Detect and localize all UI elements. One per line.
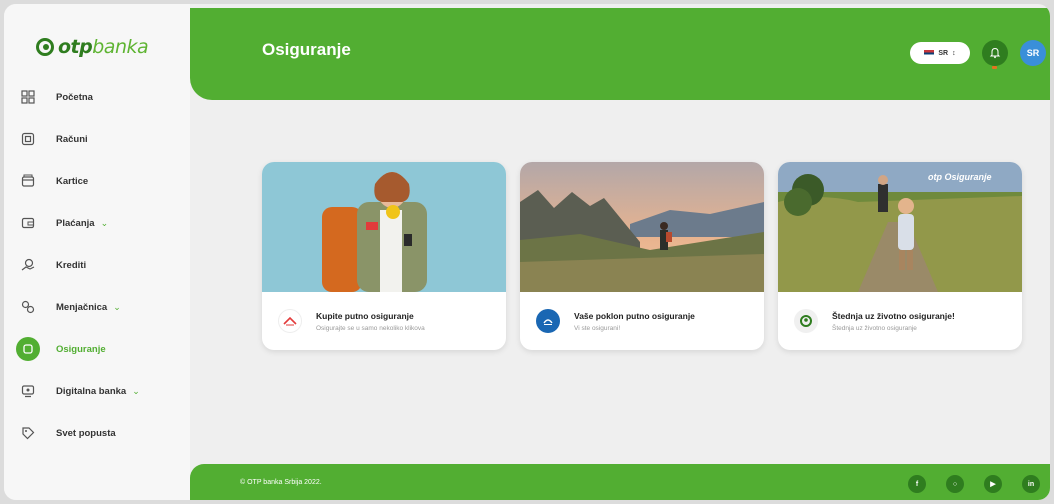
sidebar-item-label: Digitalna banka [56, 385, 127, 397]
facebook-icon[interactable]: f [908, 475, 926, 493]
instagram-icon[interactable]: ○ [946, 475, 964, 493]
sidebar-item-svet-popusta[interactable]: Svet popusta [4, 412, 190, 454]
chevron-down-icon[interactable]: ⌄ [132, 386, 140, 397]
page-footer: © OTP banka Srbija 2022. f ○ ▶ in [190, 464, 1050, 500]
app-window: otpbanka Početna Računi Kartice Plaćanja… [4, 4, 1050, 500]
sidebar-item-label: Menjačnica [56, 301, 108, 313]
credit-icon [18, 255, 38, 275]
sidebar-item-label: Krediti [56, 259, 87, 271]
card-body: Kupite putno osiguranje Osigurajte se u … [262, 292, 506, 350]
logo-text: otpbanka [58, 36, 149, 58]
exchange-icon [18, 297, 38, 317]
language-label: SR [938, 49, 949, 57]
digital-bank-icon [18, 381, 38, 401]
youtube-icon[interactable]: ▶ [984, 475, 1002, 493]
sidebar-item-placanja[interactable]: Plaćanja ⌄ [4, 202, 190, 244]
insurance-icon [16, 337, 40, 361]
sidebar-item-osiguranje[interactable]: Osiguranje [4, 328, 190, 370]
sidebar-item-racuni[interactable]: Računi [4, 118, 190, 160]
sidebar-item-label: Plaćanja [56, 217, 95, 229]
copyright-text: © OTP banka Srbija 2022. [240, 479, 322, 486]
card-title: Vaše poklon putno osiguranje [574, 310, 695, 321]
travel-insurance-logo-icon [278, 309, 302, 333]
sidebar-item-label: Kartice [56, 175, 89, 187]
sidebar-item-label: Svet popusta [56, 427, 116, 439]
avatar[interactable]: SR [1020, 40, 1046, 66]
dashboard-icon [18, 87, 38, 107]
card-body: Vaše poklon putno osiguranje Vi ste osig… [520, 292, 764, 350]
chevron-down-icon[interactable]: ⌄ [101, 218, 109, 229]
otp-osiguranje-watermark: otp Osiguranje [928, 172, 992, 182]
sidebar-item-label: Osiguranje [56, 343, 106, 355]
card-gift-travel-insurance[interactable]: Vaše poklon putno osiguranje Vi ste osig… [520, 162, 764, 350]
card-icon [18, 171, 38, 191]
sidebar-item-label: Računi [56, 133, 88, 145]
sidebar-item-digitalna-banka[interactable]: Digitalna banka ⌄ [4, 370, 190, 412]
account-icon [18, 129, 38, 149]
card-image-mountain-hiker [520, 162, 764, 292]
sidebar-item-pocetna[interactable]: Početna [4, 76, 190, 118]
sidebar: otpbanka Početna Računi Kartice Plaćanja… [4, 4, 190, 500]
card-subtitle: Štednja uz životno osiguranje [832, 324, 917, 332]
chevron-updown-icon: ↕ [952, 49, 956, 57]
discount-tag-icon [18, 423, 38, 443]
sidebar-item-krediti[interactable]: Krediti [4, 244, 190, 286]
otp-logo-icon [36, 38, 54, 56]
gift-insurance-logo-icon [536, 309, 560, 333]
notification-indicator [992, 66, 997, 69]
sidebar-item-menjacnica[interactable]: Menjačnica ⌄ [4, 286, 190, 328]
card-body: Štednja uz životno osiguranje! Štednja u… [778, 292, 1022, 350]
otp-banka-logo[interactable]: otpbanka [36, 34, 149, 60]
card-title: Štednja uz životno osiguranje! [832, 310, 955, 321]
notifications-button[interactable] [982, 40, 1008, 69]
page-title: Osiguranje [262, 40, 351, 59]
sidebar-item-kartice[interactable]: Kartice [4, 160, 190, 202]
sidebar-item-label: Početna [56, 91, 93, 103]
page-header: Osiguranje SR ↕ SR [190, 8, 1050, 100]
language-selector[interactable]: SR ↕ [910, 42, 970, 64]
card-subtitle: Osigurajte se u samo nekoliko klikova [316, 324, 425, 332]
card-title: Kupite putno osiguranje [316, 310, 414, 321]
sidebar-nav: Početna Računi Kartice Plaćanja ⌄ Kredit… [4, 76, 190, 454]
card-life-insurance-savings[interactable]: otp Osiguranje Štednja uz životno osigur… [778, 162, 1022, 350]
linkedin-icon[interactable]: in [1022, 475, 1040, 493]
card-buy-travel-insurance[interactable]: Kupite putno osiguranje Osigurajte se u … [262, 162, 506, 350]
chevron-down-icon[interactable]: ⌄ [113, 302, 121, 313]
bell-icon [989, 47, 1001, 59]
card-image-traveler [262, 162, 506, 292]
otp-logo-icon [794, 309, 818, 333]
card-subtitle: Vi ste osigurani! [574, 324, 621, 332]
serbian-flag-icon [924, 49, 935, 57]
payment-icon [18, 213, 38, 233]
